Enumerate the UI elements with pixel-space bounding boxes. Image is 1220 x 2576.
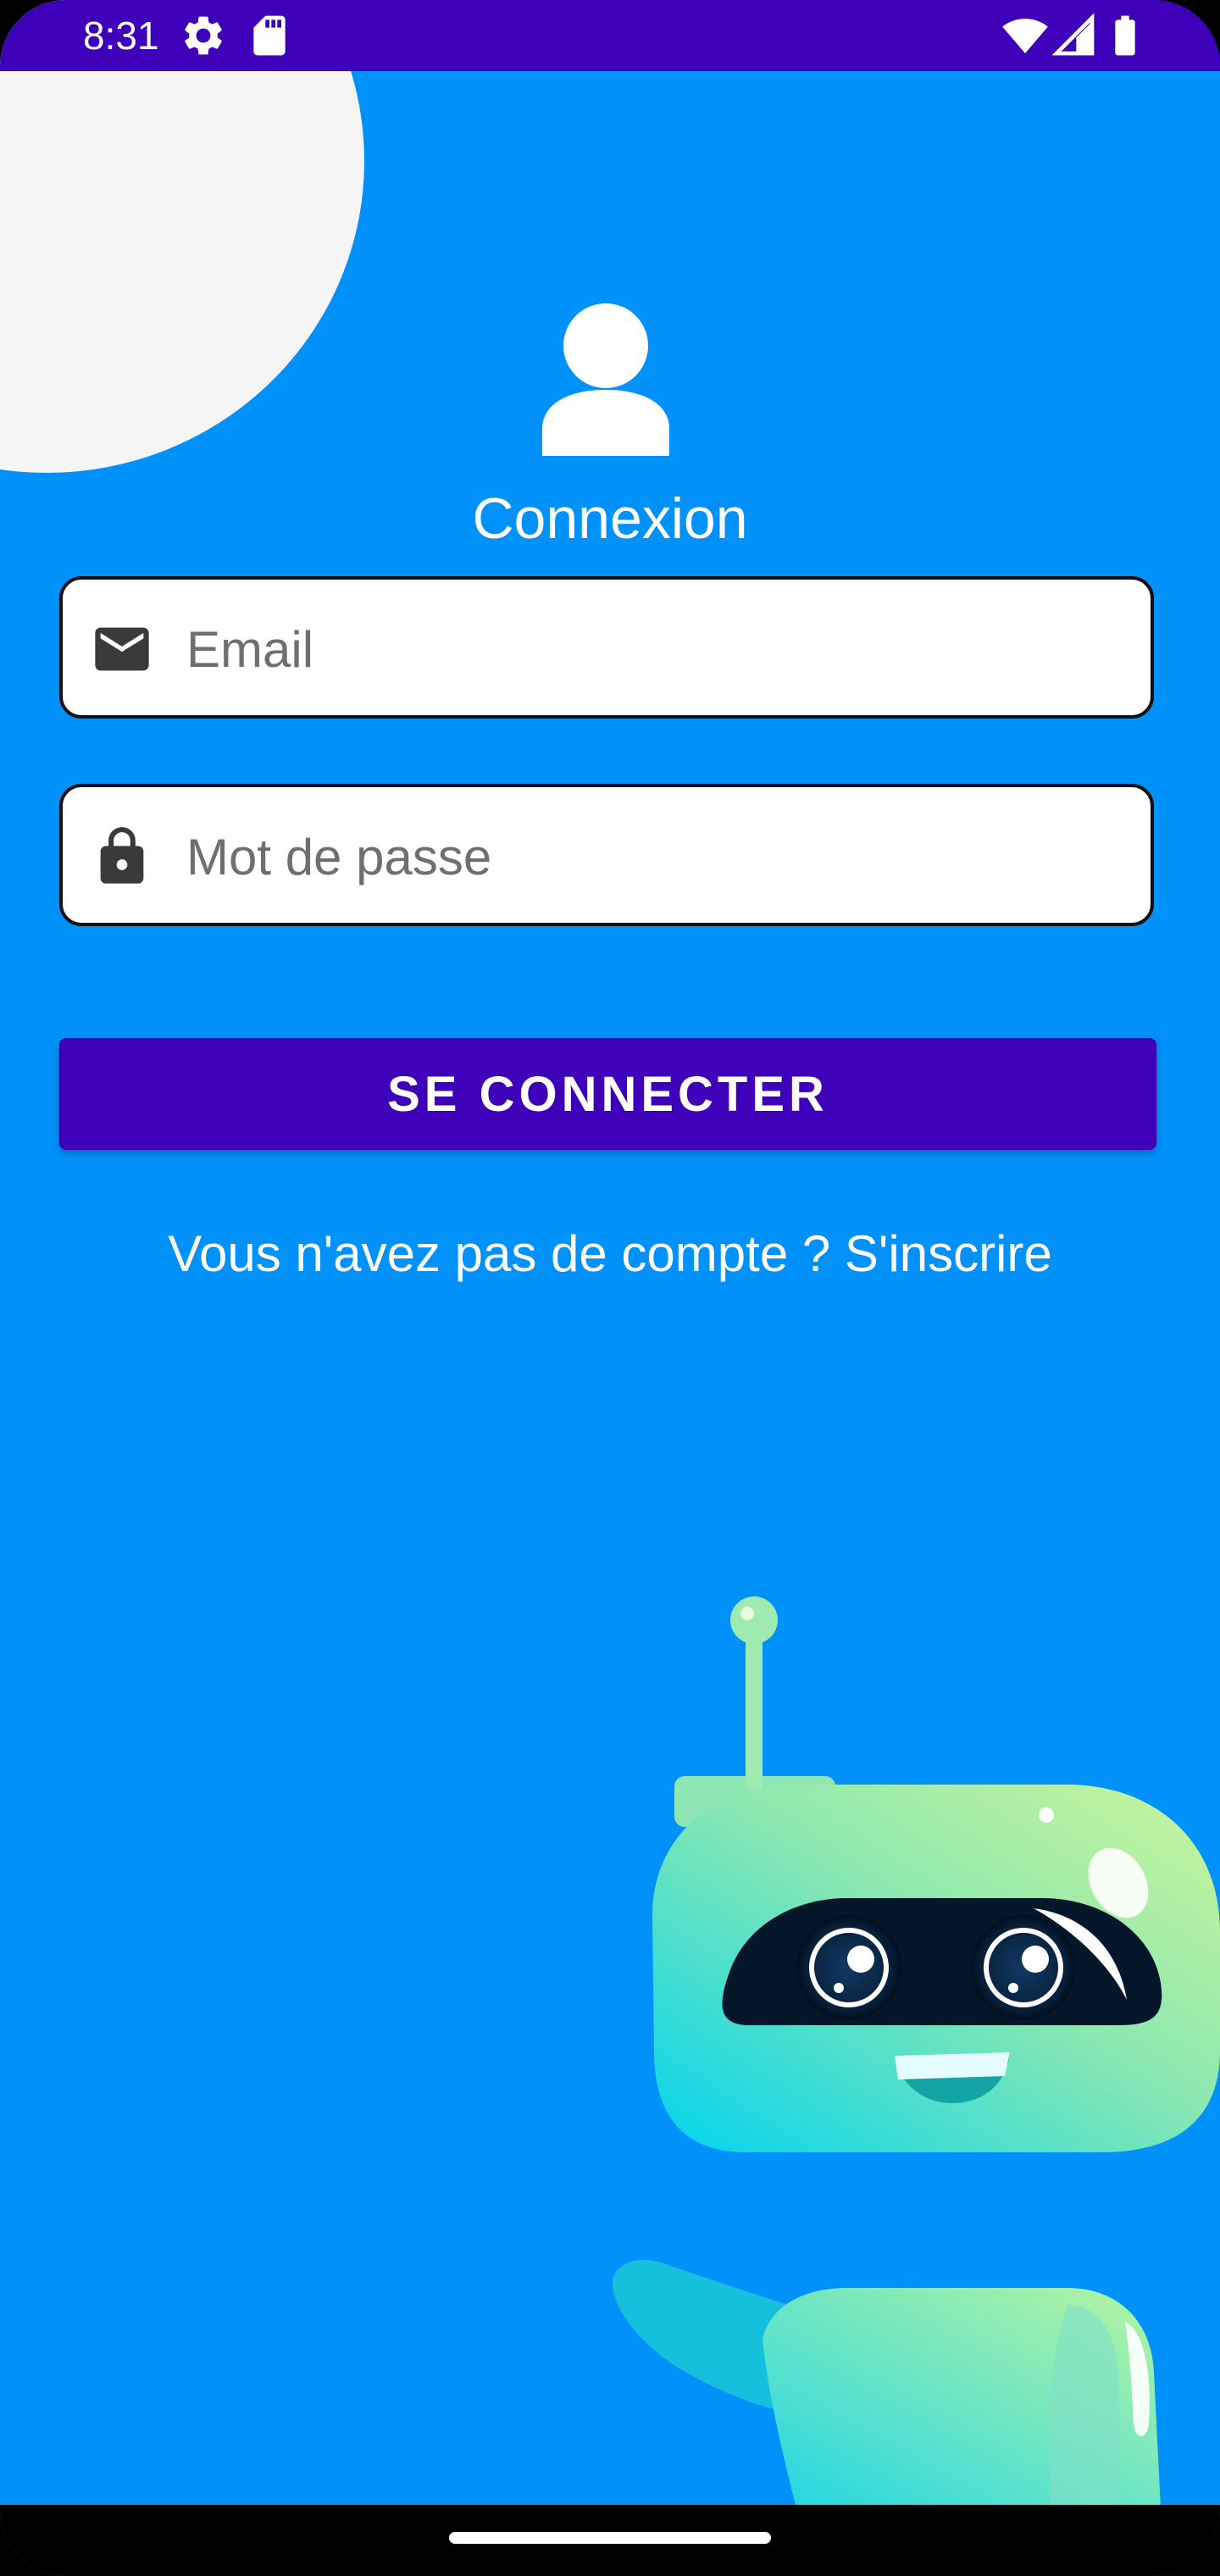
status-time: 8:31 [83, 14, 159, 58]
password-input[interactable] [186, 813, 1127, 901]
battery-icon [1115, 15, 1135, 56]
lock-icon [100, 827, 144, 884]
email-field[interactable] [59, 576, 1154, 719]
sd-card-icon [253, 15, 286, 56]
status-bar: 8:31 [0, 0, 1220, 71]
robot-illustration [612, 1596, 1220, 2508]
signal-icon [1051, 13, 1095, 56]
home-gesture-handle[interactable] [449, 2532, 771, 2544]
mail-icon [95, 627, 149, 671]
password-field[interactable] [59, 784, 1154, 926]
settings-icon [185, 16, 222, 55]
email-input[interactable] [186, 605, 1127, 693]
login-screen: 8:31 Connexion SE CONNEC [0, 0, 1220, 2576]
login-button[interactable]: SE CONNECTER [59, 1038, 1156, 1150]
user-icon [542, 303, 669, 456]
signup-link[interactable]: Vous n'avez pas de compte ? S'inscrire [0, 1220, 1220, 1288]
wifi-icon [1002, 19, 1048, 53]
page-title: Connexion [472, 486, 748, 551]
